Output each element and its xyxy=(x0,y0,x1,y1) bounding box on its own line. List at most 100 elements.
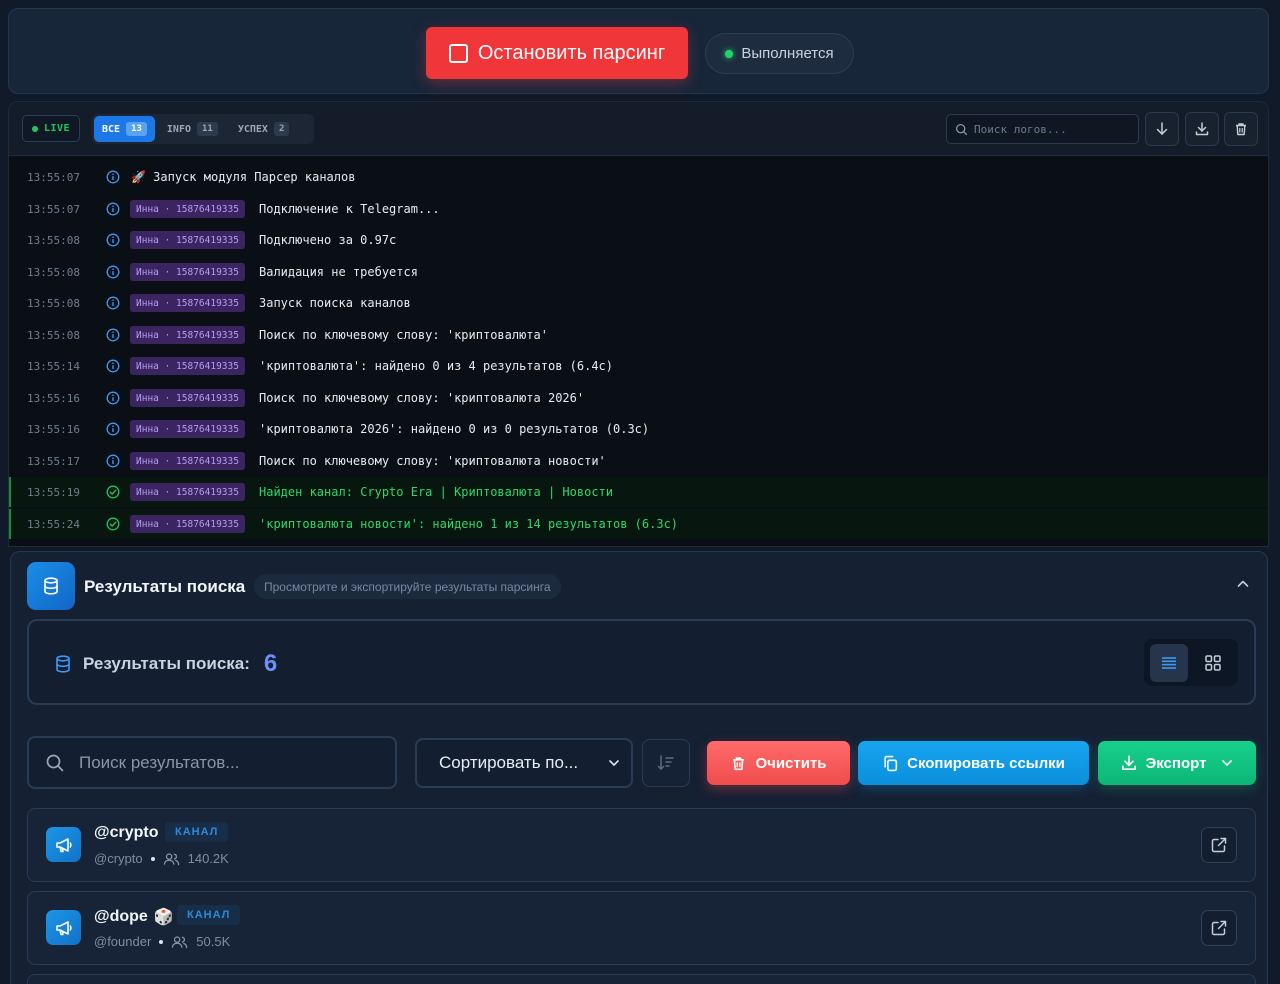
channel-name-emoji: 🎲 xyxy=(153,909,174,926)
account-tag: Инна · 15876419335 xyxy=(130,357,245,375)
results-count-value: 6 xyxy=(263,650,278,677)
channel-type-badge: КАНАЛ xyxy=(177,905,241,925)
chevron-up-icon xyxy=(1237,580,1249,587)
result-card[interactable]: @dope 🎲 КАНАЛ @founder 50.5K xyxy=(27,891,1256,965)
log-message: Подключение к Telegram... xyxy=(259,202,440,216)
status-label: Выполняется xyxy=(741,45,834,62)
grid-view-button[interactable] xyxy=(1194,644,1232,682)
account-tag: Инна · 15876419335 xyxy=(130,200,245,218)
log-message: Поиск по ключевому слову: 'криптовалюта … xyxy=(259,454,606,468)
tab-all-count: 13 xyxy=(126,122,147,136)
control-bar: Остановить парсинг Выполняется xyxy=(8,8,1269,94)
log-row: 13:55:16 Инна · 15876419335 Поиск по клю… xyxy=(9,383,1268,413)
log-row: 13:55:17 Инна · 15876419335 Поиск по клю… xyxy=(9,446,1268,476)
results-subtitle: Просмотрите и экспортируйте результаты п… xyxy=(254,574,561,599)
view-toggle xyxy=(1144,639,1238,686)
log-timestamp: 13:55:08 xyxy=(27,233,80,247)
log-timestamp: 13:55:16 xyxy=(27,422,80,436)
stop-parsing-button[interactable]: Остановить парсинг xyxy=(426,27,688,79)
stop-square-icon xyxy=(448,43,468,63)
log-search-input[interactable] xyxy=(974,122,1124,136)
log-timestamp: 13:55:17 xyxy=(27,454,80,468)
tab-info[interactable]: INFO 11 xyxy=(159,116,226,142)
log-timestamp: 13:55:07 xyxy=(27,202,80,216)
clear-results-button[interactable]: Очистить xyxy=(707,741,850,785)
log-message: 'криптовалюта 2026': найдено 0 из 0 резу… xyxy=(259,422,650,436)
log-row: 13:55:08 Инна · 15876419335 Валидация не… xyxy=(9,257,1268,287)
channel-type-badge: КАНАЛ xyxy=(165,822,229,842)
info-icon xyxy=(106,359,120,373)
database-icon xyxy=(27,562,75,610)
tab-success[interactable]: УСПЕХ 2 xyxy=(230,116,298,142)
database-icon xyxy=(56,655,70,673)
account-tag: Инна · 15876419335 xyxy=(130,326,245,344)
results-count-label: Результаты поиска: xyxy=(83,654,250,673)
channel-name-text: @crypto xyxy=(94,824,159,841)
status-dot-icon xyxy=(725,49,734,58)
separator-dot xyxy=(150,856,155,861)
clear-results-label: Очистить xyxy=(755,754,827,772)
channel-name-text: @dope xyxy=(94,908,148,925)
results-panel: Результаты поиска Просмотрите и экспорти… xyxy=(10,551,1268,984)
search-icon xyxy=(955,123,968,135)
log-timestamp: 13:55:24 xyxy=(27,517,80,531)
log-message: Подключено за 0.97с xyxy=(259,233,397,247)
info-icon xyxy=(106,170,120,184)
export-button[interactable]: Экспорт xyxy=(1098,741,1256,785)
log-row-success: 13:55:19 Инна · 15876419335 Найден канал… xyxy=(9,477,1268,507)
open-channel-button[interactable] xyxy=(1201,910,1237,946)
results-search-input[interactable] xyxy=(79,752,379,773)
log-message: Поиск по ключевому слову: 'криптовалюта' xyxy=(259,328,548,342)
info-icon xyxy=(106,265,120,279)
log-row: 13:55:07 Инна · 15876419335 Подключение … xyxy=(9,194,1268,224)
channel-name: @crypto xyxy=(94,824,159,842)
check-circle-icon xyxy=(106,485,120,499)
scroll-down-button[interactable] xyxy=(1145,112,1179,146)
info-icon xyxy=(106,391,120,405)
sort-descending-icon xyxy=(657,755,674,770)
copy-links-label: Скопировать ссылки xyxy=(907,754,1065,772)
tab-all[interactable]: ВСЕ 13 xyxy=(94,116,155,142)
check-circle-icon xyxy=(106,517,120,531)
arrow-down-icon xyxy=(1156,122,1168,135)
account-tag: Инна · 15876419335 xyxy=(130,294,245,312)
log-timestamp: 13:55:07 xyxy=(27,170,80,184)
export-label: Экспорт xyxy=(1145,754,1207,772)
copy-links-button[interactable]: Скопировать ссылки xyxy=(858,741,1089,785)
result-card[interactable]: @crypto КАНАЛ @crypto 140.2K xyxy=(27,808,1256,882)
log-filter-tabs: ВСЕ 13 INFO 11 УСПЕХ 2 xyxy=(92,114,314,144)
tab-success-count: 2 xyxy=(273,122,290,136)
results-search-box xyxy=(27,736,397,789)
log-row: 13:55:08 Инна · 15876419335 Поиск по клю… xyxy=(9,320,1268,350)
log-timestamp: 13:55:08 xyxy=(27,296,80,310)
log-message: Валидация не требуется xyxy=(259,265,418,279)
log-row: 13:55:08 Инна · 15876419335 Запуск поиск… xyxy=(9,288,1268,318)
account-tag: Инна · 15876419335 xyxy=(130,452,245,470)
collapse-button[interactable] xyxy=(1235,576,1251,597)
sort-direction-button[interactable] xyxy=(642,739,690,787)
download-logs-button[interactable] xyxy=(1185,112,1219,146)
account-tag: Инна · 15876419335 xyxy=(130,420,245,438)
channel-name: @dope 🎲 xyxy=(94,907,174,927)
log-timestamp: 13:55:08 xyxy=(27,328,80,342)
sort-select[interactable]: Сортировать по... xyxy=(415,738,633,788)
log-toolbar: LIVE ВСЕ 13 INFO 11 УСПЕХ 2 xyxy=(9,102,1268,156)
clear-logs-button[interactable] xyxy=(1224,112,1258,146)
results-count: Результаты поиска: 6 xyxy=(53,650,277,678)
external-link-icon xyxy=(1211,920,1227,936)
account-tag: Инна · 15876419335 xyxy=(130,231,245,249)
log-message: 'криптовалюта': найдено 0 из 4 результат… xyxy=(259,359,614,373)
live-dot-icon xyxy=(31,125,38,132)
log-message: 'криптовалюта новости': найдено 1 из 14 … xyxy=(259,517,679,531)
log-search-box xyxy=(946,114,1139,144)
log-timestamp: 13:55:19 xyxy=(27,485,80,499)
trash-icon xyxy=(733,756,745,770)
open-channel-button[interactable] xyxy=(1201,827,1237,863)
log-timestamp: 13:55:16 xyxy=(27,391,80,405)
list-view-button[interactable] xyxy=(1150,643,1188,682)
search-icon xyxy=(46,754,64,771)
channel-meta: @founder 50.5K xyxy=(94,934,230,949)
download-icon xyxy=(1121,755,1136,771)
result-card[interactable] xyxy=(27,974,1256,984)
megaphone-icon xyxy=(46,827,81,862)
